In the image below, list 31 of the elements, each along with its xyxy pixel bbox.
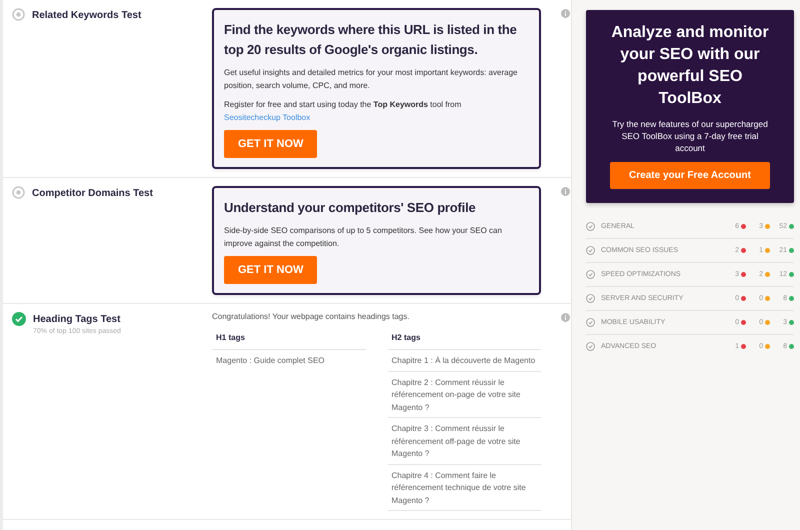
result-message: Congratulations! Your webpage contains headings tags. [212, 312, 410, 321]
card-text: Side-by-side SEO comparisons of up to 5 competitors. See how your SEO can improve against the competition. [224, 225, 503, 250]
check-circle-icon [586, 318, 595, 327]
create-account-button[interactable]: Create your Free Account [610, 162, 770, 189]
check-circle-icon [586, 222, 595, 231]
get-it-now-button[interactable]: GET IT NOW [224, 130, 318, 158]
test-title: Related Keywords Test [32, 10, 142, 21]
card-heading: Find the keywords where this URL is listed in the top 20 results of Google's organic listings. [224, 21, 518, 59]
heading-item: Chapitre 2 : Comment réussir le référencement on-page de votre site Magento ? [388, 372, 541, 418]
check-circle-icon [586, 294, 595, 303]
test-title: Heading Tags Test [33, 314, 121, 325]
heading-item: Magento : Guide complet SEO [215, 355, 326, 367]
promo-text: Try the new features of our supercharged SEO ToolBox using a 7-day free trial account [612, 118, 768, 154]
check-circle-icon [586, 270, 595, 279]
heading-item: Chapitre 4 : Comment faire le référencement technique de votre site Magento ? [388, 464, 541, 511]
heading-item: Chapitre 3 : Comment réussir le référencement off-page de votre site Magento ? [388, 418, 541, 464]
test-title: Competitor Domains Test [32, 188, 153, 199]
column-header: H1 tags [212, 327, 366, 350]
check-circle-icon [586, 246, 595, 255]
get-it-now-button[interactable]: GET IT NOW [224, 256, 318, 284]
promo-heading: Analyze and monitor your SEO with our powerful SEO ToolBox [610, 23, 770, 109]
heading-item: Chapitre 1 : À la découverte de Magento [388, 350, 541, 372]
column-header: H2 tags [388, 327, 541, 350]
info-icon[interactable] [561, 9, 570, 18]
card-text: Register for free and start using today the Top Keywords tool from Seositecheckup Toolbox [224, 99, 462, 124]
toolbox-link[interactable]: Seositecheckup Toolbox [224, 113, 310, 122]
info-icon[interactable] [561, 187, 570, 196]
card-heading: Understand your competitors' SEO profile [224, 199, 477, 217]
info-icon[interactable] [561, 313, 570, 322]
check-circle-icon [586, 342, 595, 351]
card-text: Get useful insights and detailed metrics for your most important keywords: average position, search volume, CPC, and more. [224, 67, 518, 92]
